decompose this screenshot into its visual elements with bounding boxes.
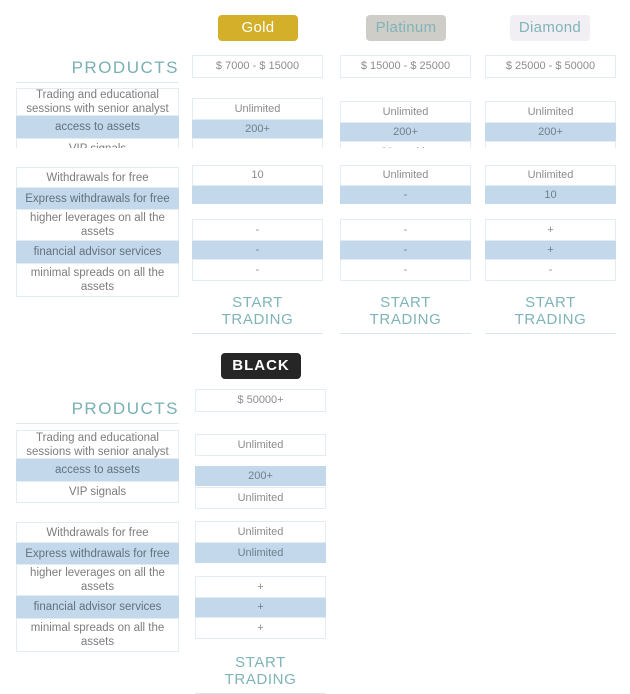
table-cell: - — [192, 259, 323, 281]
price-cell-black: $ 50000+ — [195, 389, 326, 412]
table-cell: Unlimited — [192, 98, 323, 120]
feature-label: minimal spreads on all the assets — [16, 618, 179, 652]
table-cell: Unlimited — [195, 434, 326, 456]
feature-label: access to assets — [16, 116, 179, 138]
tier-badge-platinum[interactable]: Platinum — [366, 15, 446, 41]
table-cell: 10 — [192, 165, 323, 186]
feature-group-a: Trading and educational sessions with se… — [0, 88, 630, 148]
table-cell: - — [192, 219, 323, 241]
table-cell: - — [485, 259, 616, 281]
table-cell: Unlimited — [340, 101, 471, 123]
table-cell: - — [340, 186, 471, 204]
feature-label: financial advisor services — [16, 241, 179, 263]
table-cell: + — [485, 241, 616, 259]
table-cell: + — [485, 219, 616, 241]
feature-label: Withdrawals for free — [16, 167, 179, 188]
table-cell: - — [192, 138, 323, 148]
table-cell: + — [195, 617, 326, 639]
price-cell-diamond: $ 25000 - $ 50000 — [485, 55, 616, 78]
table-cell: + — [195, 598, 326, 617]
feature-label: Express withdrawals for free — [16, 188, 179, 209]
tier-badge-diamond[interactable]: Diamond — [510, 15, 590, 41]
table-cell — [485, 141, 616, 148]
table-cell: 20 weekly — [340, 141, 471, 148]
table-cell: - — [340, 241, 471, 259]
price-cell-platinum: $ 15000 - $ 25000 — [340, 55, 471, 78]
products-header: PRODUCTS — [16, 399, 179, 424]
table-cell: Unlimited — [195, 521, 326, 543]
table-cell: Unlimited — [195, 487, 326, 509]
table-cell: Unlimited — [340, 165, 471, 186]
table-cell: Unlimited — [485, 165, 616, 186]
table-cell: - — [340, 259, 471, 281]
table-cell: + — [195, 576, 326, 598]
table-cell: - — [340, 219, 471, 241]
table-cell: 200+ — [485, 123, 616, 141]
tier-badge-black[interactable]: BLACK — [221, 353, 301, 379]
start-trading-button-platinum[interactable]: START TRADING — [340, 293, 471, 334]
table-cell: Unlimited — [485, 101, 616, 123]
feature-label: Trading and educational sessions with se… — [16, 430, 179, 459]
feature-label: minimal spreads on all the assets — [16, 263, 179, 297]
table-cell: - — [192, 241, 323, 259]
table-cell: 10 — [485, 186, 616, 204]
feature-label: Express withdrawals for free — [16, 543, 179, 564]
tier-badge-gold[interactable]: Gold — [218, 15, 298, 41]
table-cell: 200+ — [192, 120, 323, 138]
feature-label: higher leverages on all the assets — [16, 564, 179, 596]
price-cell-gold: $ 7000 - $ 15000 — [192, 55, 323, 78]
table-cell: Unlimited — [195, 543, 326, 563]
feature-label: financial advisor services — [16, 596, 179, 618]
feature-label: Withdrawals for free — [16, 522, 179, 543]
feature-label: access to assets — [16, 459, 179, 481]
table-cell: 200+ — [340, 123, 471, 141]
feature-label: Trading and educational sessions with se… — [16, 88, 179, 116]
start-trading-button-diamond[interactable]: START TRADING — [485, 293, 616, 334]
table-cell: 200+ — [195, 466, 326, 486]
feature-label: VIP signals — [16, 138, 179, 148]
start-trading-button-gold[interactable]: START TRADING — [192, 293, 323, 334]
start-trading-button-black[interactable]: START TRADING — [195, 653, 326, 694]
products-header: PRODUCTS — [16, 58, 179, 83]
feature-label: VIP signals — [16, 481, 179, 503]
feature-label: higher leverages on all the assets — [16, 209, 179, 241]
table-cell — [192, 186, 323, 204]
